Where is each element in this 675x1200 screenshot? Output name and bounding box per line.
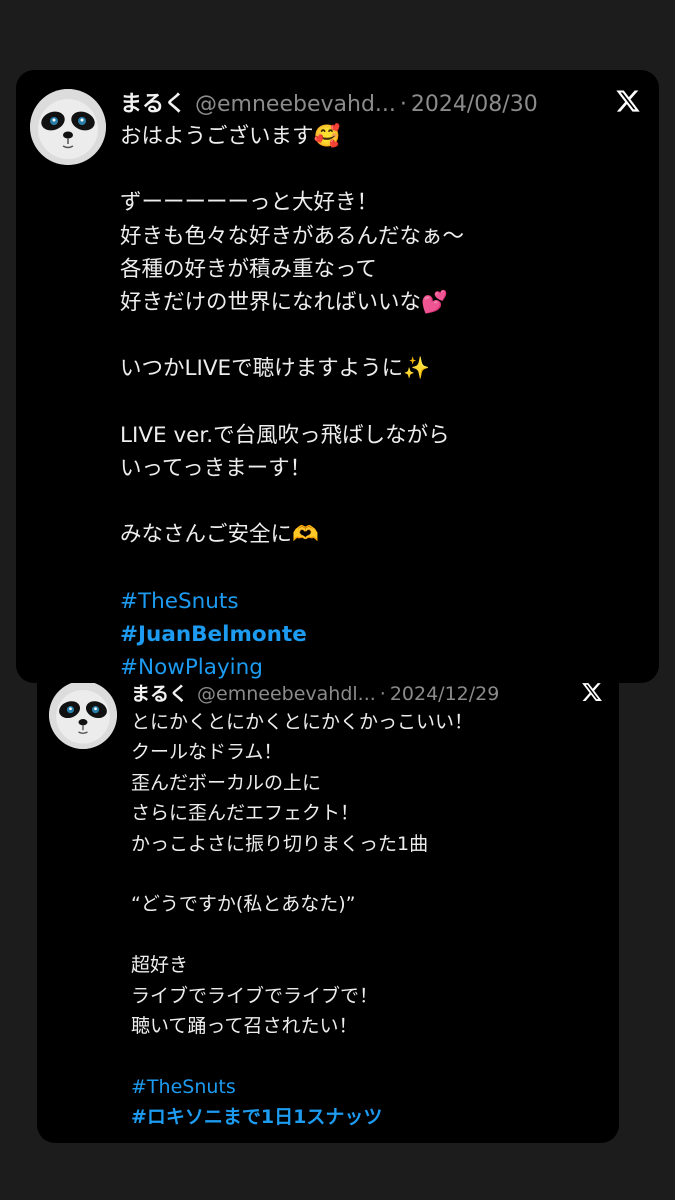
- text-line: 好きだけの世界になればいいな💕: [120, 290, 448, 315]
- text-line: とにかくとにかくとにかくかっこいい！: [131, 711, 474, 733]
- text-line: いってっきまーす！: [120, 455, 312, 481]
- text-line: ずーーーーーっと大好き！: [120, 190, 379, 216]
- text-line: クールなドラム！: [131, 741, 283, 764]
- post-text: とにかくとにかくとにかくかっこいい！ クールなドラム！ 歪んだボーカルの上に さ…: [131, 707, 473, 1133]
- hashtag-link[interactable]: #TheSnuts: [131, 1072, 473, 1102]
- x-logo-icon[interactable]: [581, 681, 603, 703]
- text-line: ライブでライブでライブで！: [131, 984, 379, 1007]
- post-date[interactable]: 2024/08/30: [411, 92, 538, 117]
- text-line: LIVE ver.で台風吹っ飛ばしながら: [120, 422, 450, 448]
- text-line: さらに歪んだエフェクト！: [131, 802, 360, 825]
- text-line: 聴いて踊って召されたい！: [131, 1015, 358, 1038]
- hashtag-link[interactable]: #NowPlaying: [120, 651, 464, 683]
- post-header: まるく @emneebevahd... · 2024/08/30: [120, 86, 538, 118]
- post-text: おはようございます🥰 ずーーーーーっと大好き！ 好きも色々な好きがあるんだなぁ〜…: [120, 120, 464, 683]
- text-line: かっこよさに振り切りまくった1曲: [131, 832, 429, 855]
- separator: ·: [379, 683, 386, 705]
- hashtag-link[interactable]: #JuanBelmonte: [120, 618, 464, 651]
- user-handle[interactable]: @emneebevahdl...: [197, 683, 376, 705]
- hashtag-link[interactable]: #TheSnuts: [120, 585, 464, 618]
- text-line: いつかLIVEで聴けますように✨: [120, 356, 430, 382]
- post-date[interactable]: 2024/12/29: [390, 683, 500, 705]
- display-name[interactable]: まるく: [120, 86, 186, 118]
- panda-avatar-image: [49, 681, 117, 749]
- text-line: “どうですか(私とあなた)”: [131, 893, 356, 916]
- panda-avatar-image: [30, 89, 106, 165]
- avatar[interactable]: [30, 89, 106, 165]
- text-line: 好きも色々な好きがあるんだなぁ〜: [120, 223, 465, 249]
- avatar[interactable]: [49, 681, 117, 749]
- post-header: まるく @emneebevahdl... · 2024/12/29: [131, 679, 499, 706]
- hashtag-link[interactable]: #ロキソニまで1日1スナッツ: [131, 1102, 473, 1132]
- post-card-2[interactable]: まるく @emneebevahdl... · 2024/12/29 とにかくとに…: [37, 663, 619, 1143]
- display-name[interactable]: まるく: [131, 679, 188, 706]
- text-line: 超好き: [131, 954, 189, 977]
- x-logo-icon[interactable]: [615, 88, 641, 114]
- text-line: 各種の好きが積み重なって: [120, 256, 377, 282]
- user-handle[interactable]: @emneebevahd...: [195, 92, 396, 117]
- text-line: 歪んだボーカルの上に: [131, 771, 322, 794]
- text-line: おはようございます🥰: [120, 124, 341, 149]
- text-line: みなさんご安全に🫶: [120, 522, 319, 548]
- separator: ·: [399, 92, 407, 117]
- post-card-1[interactable]: まるく @emneebevahd... · 2024/08/30 おはようござい…: [16, 70, 659, 683]
